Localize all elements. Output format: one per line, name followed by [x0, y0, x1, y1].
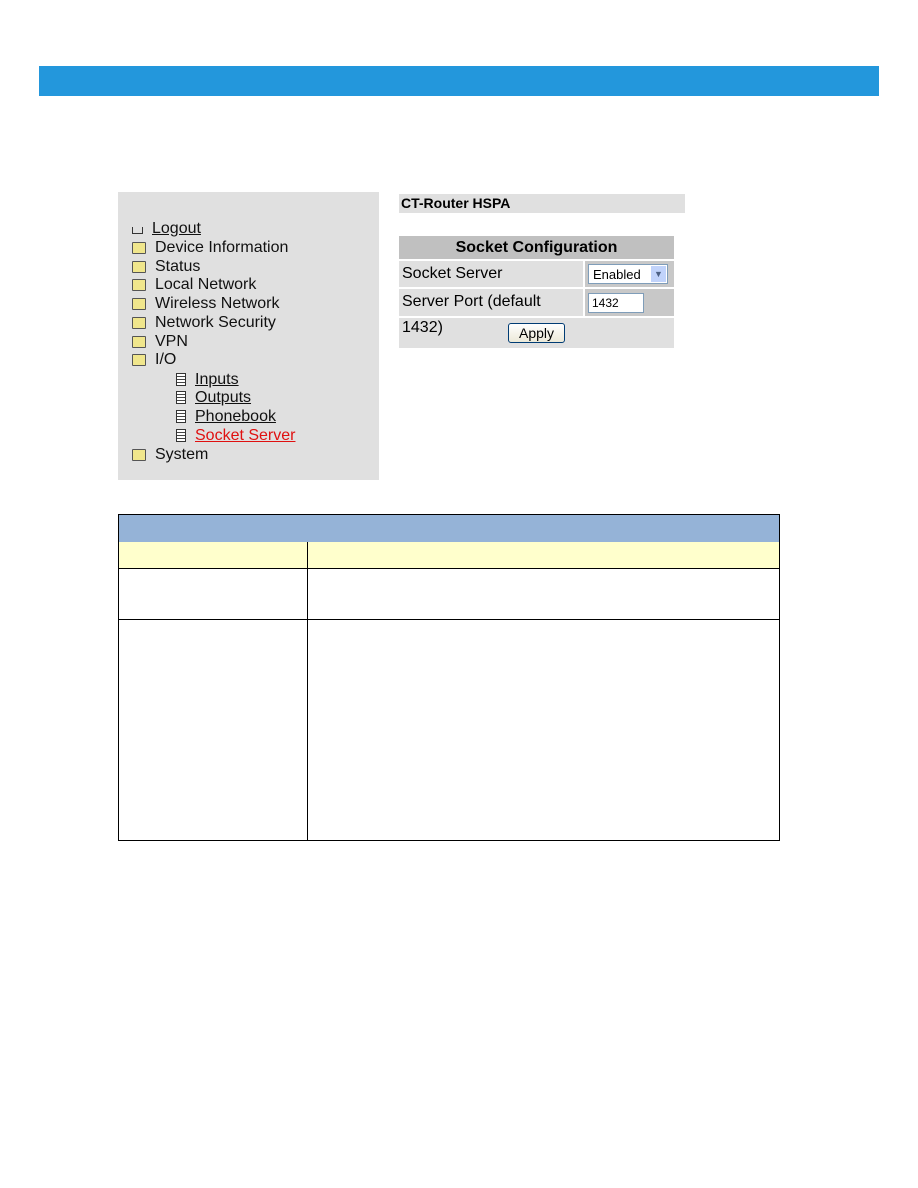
- sidebar-item-phonebook[interactable]: Phonebook: [174, 407, 276, 426]
- document-icon: [176, 429, 186, 442]
- menu-label: Status: [155, 257, 201, 275]
- socket-server-label: Socket Server: [399, 261, 583, 287]
- folder-icon: [132, 260, 146, 273]
- sidebar-item-logout[interactable]: Logout: [132, 219, 201, 238]
- folder-icon: [132, 448, 146, 461]
- menu-label: Local Network: [155, 275, 257, 293]
- sidebar-item-vpn[interactable]: VPN: [132, 332, 188, 351]
- document-icon: [176, 373, 186, 386]
- folder-icon: [132, 278, 146, 291]
- sidebar-menu: Logout Device Information Status Local N…: [118, 192, 379, 480]
- menu-label: Wireless Network: [155, 294, 280, 312]
- phonebook-link[interactable]: Phonebook: [195, 408, 276, 426]
- description-table: [118, 514, 780, 841]
- folder-icon: [132, 241, 146, 254]
- table-row: [119, 568, 779, 620]
- document-icon: [176, 391, 186, 404]
- menu-label: Network Security: [155, 313, 276, 331]
- table-column-header-row: [119, 542, 779, 569]
- menu-label: VPN: [155, 332, 188, 350]
- socket-server-link[interactable]: Socket Server: [195, 427, 295, 445]
- inputs-link[interactable]: Inputs: [195, 371, 239, 389]
- socket-server-select[interactable]: Enabled ▼: [588, 264, 668, 284]
- page-header-bar: [39, 66, 879, 96]
- section-title: Socket Configuration: [399, 236, 674, 259]
- select-value: Enabled: [593, 266, 641, 282]
- menu-label: I/O: [155, 350, 177, 368]
- logout-icon: [132, 227, 143, 234]
- sidebar-item-system[interactable]: System: [132, 445, 208, 464]
- column-divider: [307, 542, 308, 840]
- sidebar-item-outputs[interactable]: Outputs: [174, 388, 251, 407]
- folder-icon: [132, 316, 146, 329]
- chevron-down-icon[interactable]: ▼: [651, 266, 666, 282]
- apply-button[interactable]: Apply: [507, 323, 566, 343]
- folder-icon: [132, 297, 146, 310]
- table-header: [119, 515, 779, 543]
- sidebar-item-local-network[interactable]: Local Network: [132, 275, 256, 294]
- folder-icon: [132, 353, 146, 366]
- sidebar-item-inputs[interactable]: Inputs: [174, 370, 239, 389]
- sidebar-item-wireless-network[interactable]: Wireless Network: [132, 294, 279, 313]
- menu-label: System: [155, 445, 209, 463]
- device-title: CT-Router HSPA: [399, 194, 685, 213]
- sidebar-item-io[interactable]: I/O: [132, 350, 176, 369]
- folder-icon: [132, 335, 146, 348]
- logout-link[interactable]: Logout: [152, 220, 201, 238]
- outputs-link[interactable]: Outputs: [195, 389, 251, 407]
- sidebar-item-device-information[interactable]: Device Information: [132, 238, 288, 257]
- socket-config-form: Socket Configuration Socket Server Enabl…: [399, 236, 674, 348]
- sidebar-item-network-security[interactable]: Network Security: [132, 313, 276, 332]
- menu-label: Device Information: [155, 238, 289, 256]
- port-input[interactable]: 1432: [588, 292, 644, 313]
- document-icon: [176, 410, 186, 423]
- sidebar-item-socket-server[interactable]: Socket Server: [174, 426, 295, 445]
- port-label: Server Port (default 1432): [399, 289, 583, 336]
- sidebar-item-status[interactable]: Status: [132, 257, 200, 276]
